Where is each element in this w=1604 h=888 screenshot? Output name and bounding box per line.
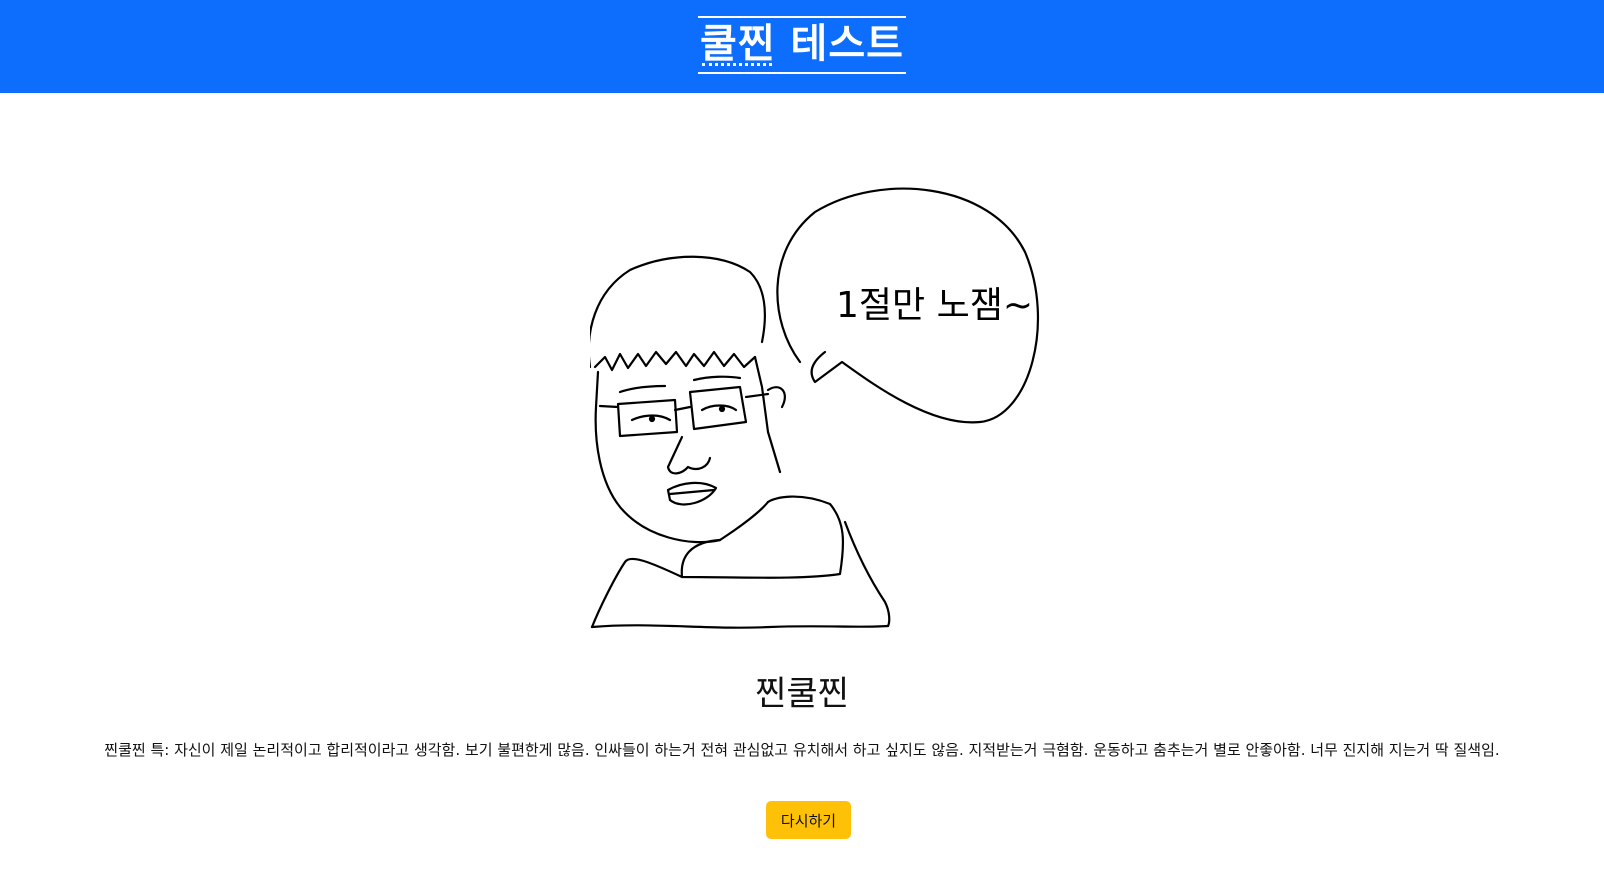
shoulder-left — [590, 557, 684, 629]
glasses-bridge — [673, 405, 692, 412]
glasses-right — [688, 385, 748, 431]
nose — [666, 435, 712, 475]
result-title: 찐쿨찐 — [755, 674, 849, 714]
brow-left — [618, 384, 667, 394]
hair-fringe — [593, 350, 757, 372]
speech-bubble-text: 1절만 노잼~ — [836, 285, 1033, 326]
glasses-arm — [744, 392, 770, 399]
mouth-line — [668, 488, 716, 496]
result-description: 찐쿨찐 특: 자신이 제일 논리적이고 합리적이라고 생각함. 보기 불편한게 … — [104, 741, 1500, 759]
title-underline-decoration — [702, 59, 773, 66]
page-title: 쿨찐 테스트 — [698, 15, 906, 74]
body-bottom — [590, 624, 890, 629]
result-illustration — [590, 187, 1039, 629]
header-bar: 쿨찐 테스트 — [0, 0, 1604, 93]
face-right — [753, 355, 782, 474]
shoulder-right — [843, 520, 891, 628]
brow-right — [692, 375, 742, 382]
neck — [718, 500, 770, 542]
retry-button[interactable]: 다시하기 — [766, 801, 851, 839]
face-left — [594, 370, 722, 544]
glasses-arm-left — [598, 404, 620, 409]
head-outline — [590, 255, 766, 369]
ear — [766, 386, 786, 409]
